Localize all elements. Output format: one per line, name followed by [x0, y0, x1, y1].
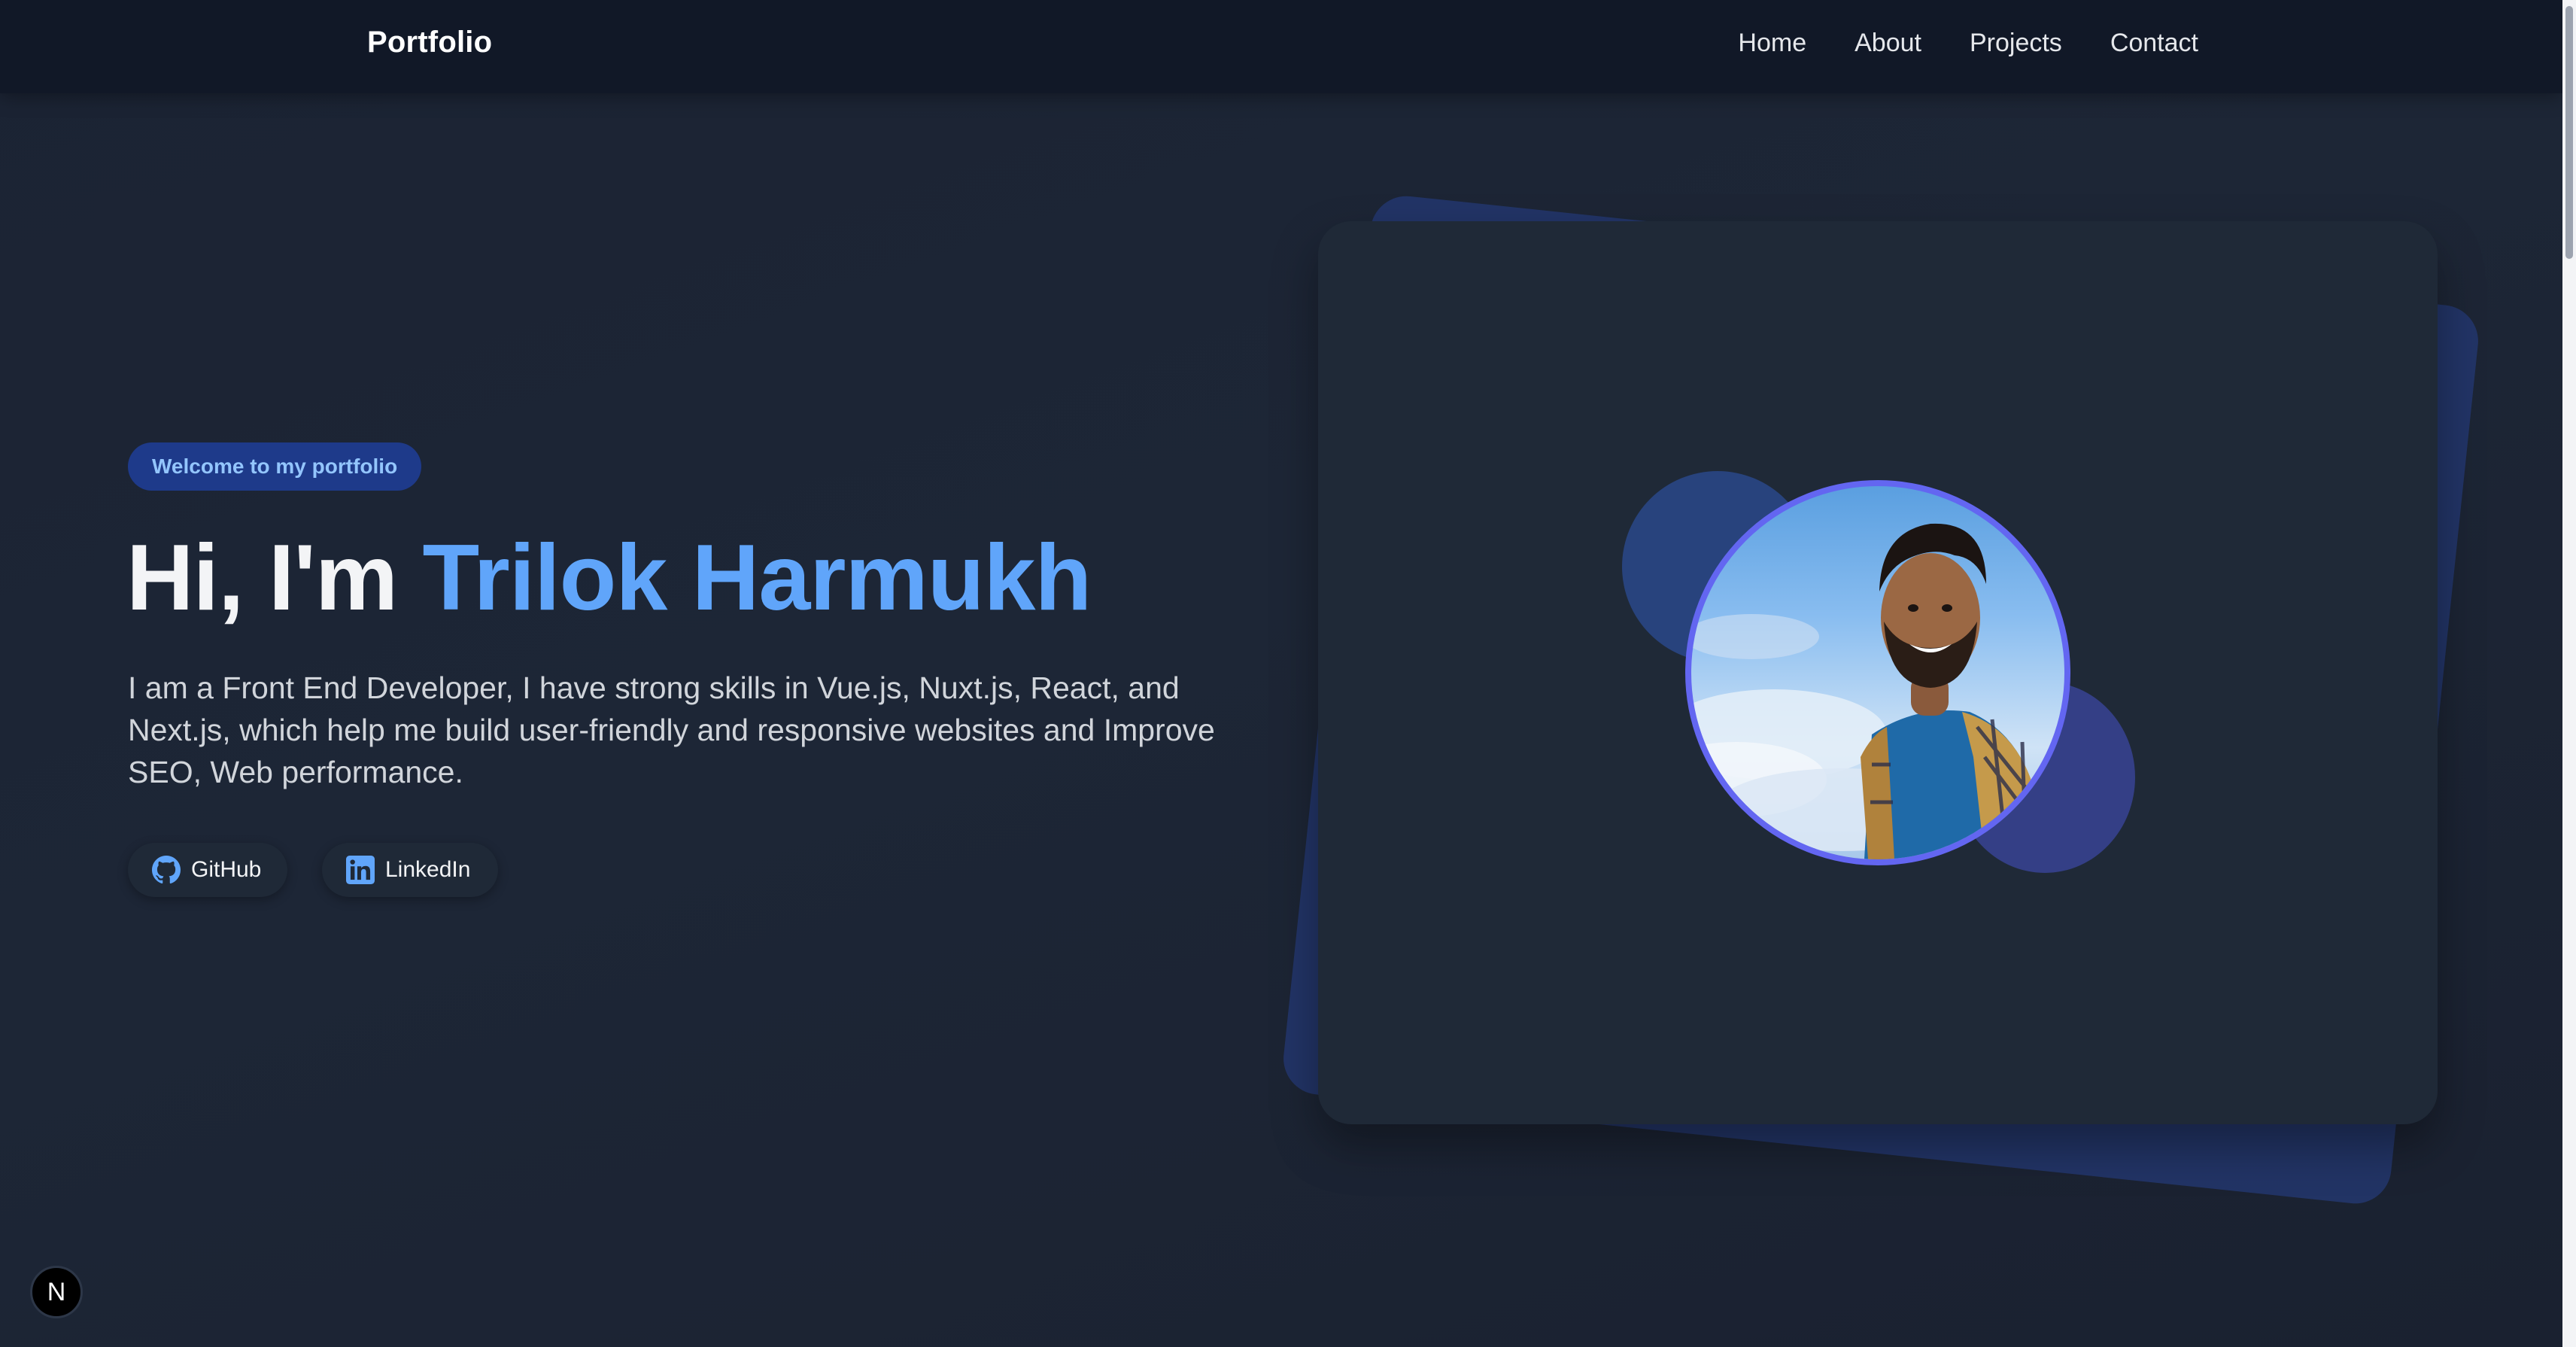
hero-bio: I am a Front End Developer, I have stron…	[128, 670, 1215, 789]
page-scrollbar[interactable]	[2562, 0, 2576, 1347]
navbar: Portfolio Home About Projects Contact	[0, 0, 2562, 93]
linkedin-icon	[346, 856, 375, 884]
github-button[interactable]: GitHub	[128, 843, 287, 897]
portfolio-page: Portfolio Home About Projects Contact We…	[0, 0, 2576, 1347]
nav-link-contact[interactable]: Contact	[2110, 29, 2198, 58]
nextjs-dev-indicator[interactable]: N	[30, 1266, 83, 1318]
hero-headline: Hi, I'm Trilok Harmukh	[126, 518, 1092, 638]
profile-photo	[1685, 480, 2070, 865]
nextjs-logo-icon: N	[47, 1277, 66, 1306]
brand-logo[interactable]: Portfolio	[367, 26, 492, 59]
github-icon	[152, 856, 181, 884]
hero-greeting: Hi, I'm	[126, 526, 423, 630]
hero-name: Trilok Harmukh	[422, 526, 1092, 630]
nav-link-projects[interactable]: Projects	[1970, 29, 2062, 58]
scrollbar-thumb[interactable]	[2565, 6, 2573, 259]
github-label: GitHub	[191, 857, 262, 882]
linkedin-label: LinkedIn	[385, 857, 471, 882]
welcome-badge: Welcome to my portfolio	[128, 442, 422, 491]
nav-link-home[interactable]: Home	[1738, 29, 1806, 58]
linkedin-button[interactable]: LinkedIn	[322, 843, 498, 897]
nav-link-about[interactable]: About	[1855, 29, 1921, 58]
nav-links: Home About Projects Contact	[1738, 29, 2198, 58]
